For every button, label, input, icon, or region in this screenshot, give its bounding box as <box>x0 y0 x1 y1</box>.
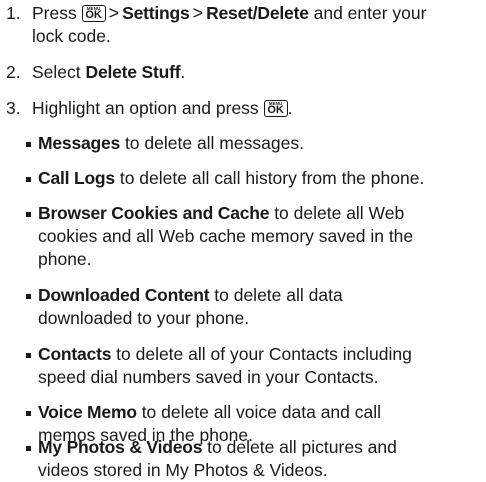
list-item: Messages to delete all messages. <box>26 132 482 155</box>
bullet-icon <box>26 446 31 451</box>
option-name: Downloaded Content <box>38 285 210 305</box>
list-item: Downloaded Content to delete all data dow… <box>26 284 482 330</box>
option-name: Voice Memo <box>38 402 137 422</box>
option-desc: phone. <box>38 249 92 269</box>
separator: > <box>192 3 204 23</box>
step-text: Select <box>32 62 81 82</box>
step-number: 1. <box>6 3 21 23</box>
menu-reset-delete: Reset/Delete <box>206 3 309 23</box>
option-desc: to delete all voice data and call <box>136 402 382 422</box>
bullet-icon <box>26 353 31 358</box>
menu-settings: Settings <box>122 3 190 23</box>
step-number: 2. <box>6 62 21 82</box>
option-name: Call Logs <box>38 168 115 188</box>
bullet-icon <box>26 294 31 299</box>
menu-ok-key-icon: MENU OK <box>81 5 106 22</box>
option-desc: videos stored in My Photos & Videos. <box>38 460 328 480</box>
option-desc: to delete all messages. <box>120 133 304 153</box>
option-desc: to delete all pictures and <box>202 437 397 457</box>
step-text: and enter your <box>313 3 427 23</box>
list-item: Contacts to delete all of your Contacts … <box>26 343 482 389</box>
option-desc: to delete all of your Contacts including <box>111 344 412 364</box>
bullet-icon <box>26 177 31 182</box>
step-text: lock code. <box>32 26 111 46</box>
option-name: My Photos & Videos <box>38 437 203 457</box>
step-text: Press <box>32 3 77 23</box>
option-desc: cookies and all Web cache memory saved i… <box>38 226 414 246</box>
instruction-page: 1. Press MENU OK > Settings > Reset/Delete an… <box>0 0 486 480</box>
bullet-icon <box>26 411 31 416</box>
period: . <box>180 62 186 82</box>
option-desc: to delete all data <box>209 285 343 305</box>
step-text: Highlight an option and press <box>32 98 259 118</box>
bullet-icon <box>26 212 31 217</box>
menu-delete-stuff: Delete Stuff <box>85 62 181 82</box>
option-name: Messages <box>38 133 121 153</box>
option-name: Contacts <box>38 344 112 364</box>
list-item: Browser Cookies and Cache to delete all … <box>26 202 482 271</box>
option-desc: speed dial numbers saved in your Contact… <box>38 367 379 387</box>
period: . <box>287 98 293 118</box>
step-1: 1. Press MENU OK > Settings > Reset/Delete an… <box>6 2 482 48</box>
menu-ok-key-icon: MENU OK <box>263 100 288 117</box>
option-desc: downloaded to your phone. <box>38 308 250 328</box>
list-item: My Photos & Videos to delete all picture… <box>26 436 482 482</box>
step-2: 2. Select Delete Stuff. <box>6 61 482 84</box>
option-desc: to delete all call history from the phon… <box>114 168 425 188</box>
bullet-icon <box>26 142 31 147</box>
option-name: Browser Cookies and Cache <box>38 203 270 223</box>
option-desc: to delete all Web <box>269 203 405 223</box>
separator: > <box>108 3 120 23</box>
list-item: Call Logs to delete all call history fro… <box>26 167 482 190</box>
step-3: 3. Highlight an option and press MENU OK. <box>6 97 482 120</box>
step-number: 3. <box>6 98 21 118</box>
